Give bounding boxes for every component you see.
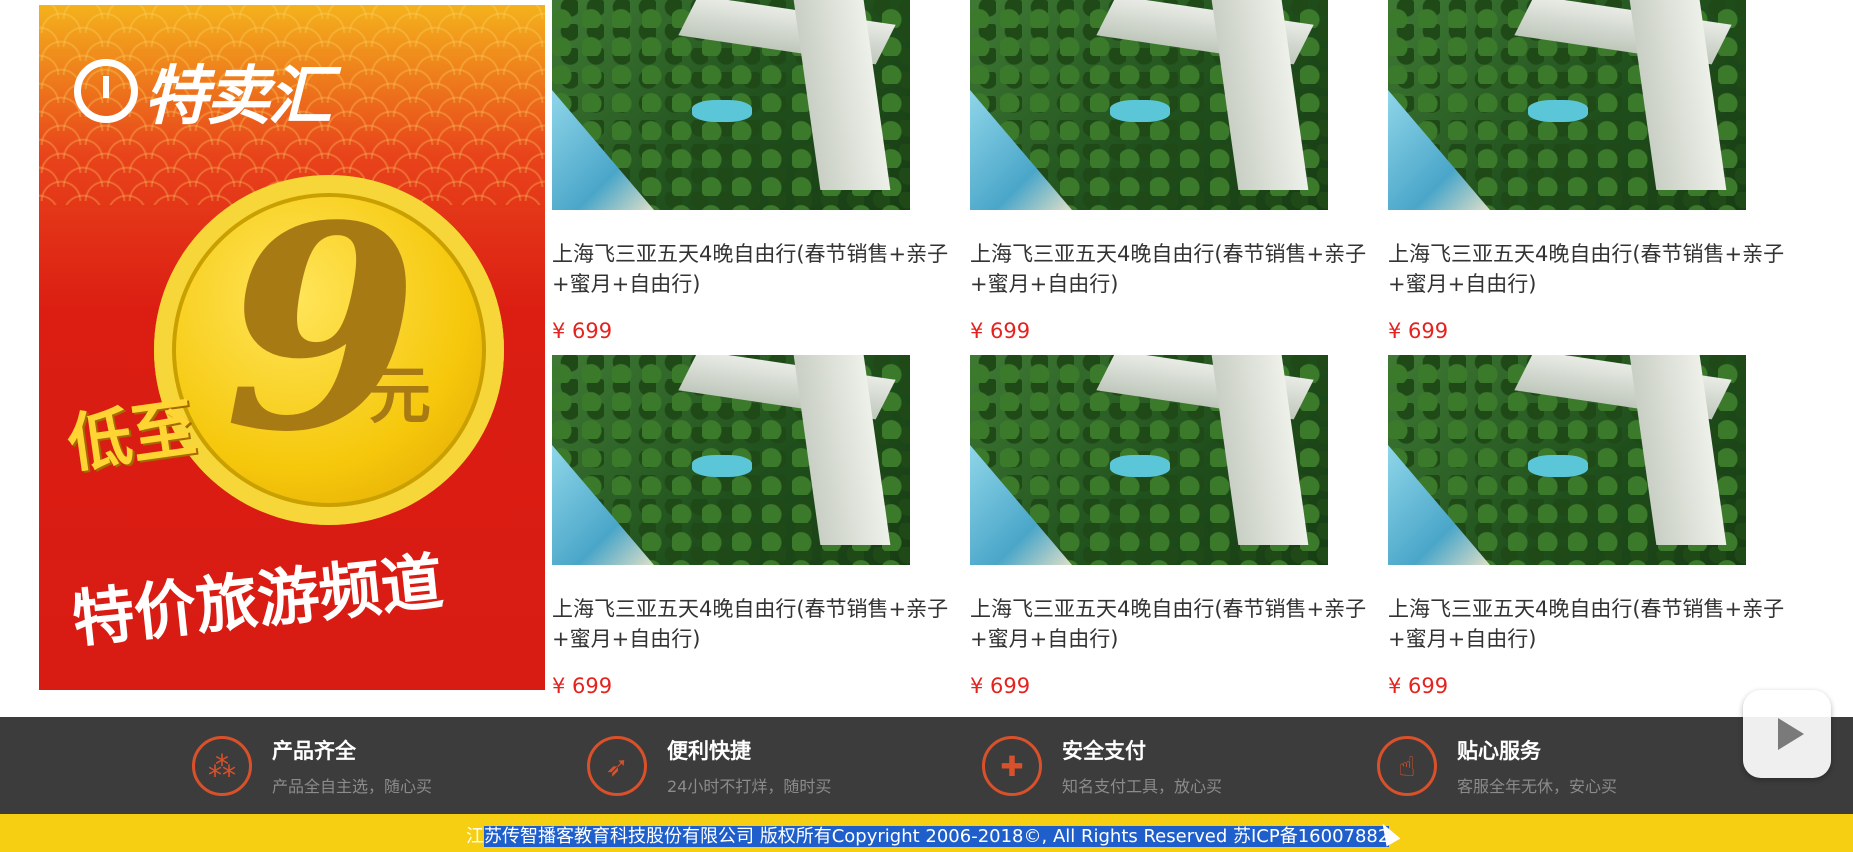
- clock-icon: [74, 59, 138, 123]
- feature-desc: 24小时不打烊，随时买: [667, 777, 832, 796]
- product-price: ¥ 699: [552, 674, 613, 698]
- product-image[interactable]: [970, 0, 1328, 210]
- product-card[interactable]: 上海飞三亚五天4晚自由行(春节销售+亲子+蜜月+自由行) ¥ 699: [1388, 0, 1788, 343]
- copyright-text: 江苏传智播客教育科技股份有限公司 版权所有Copyright 2006-2018…: [466, 822, 1390, 848]
- rocket-icon: ➶: [587, 736, 647, 796]
- feature-title: 产品齐全: [272, 739, 356, 763]
- brand-name: 特卖汇: [144, 60, 332, 134]
- product-title[interactable]: 上海飞三亚五天4晚自由行(春节销售+亲子+蜜月+自由行): [970, 239, 1370, 299]
- product-price: ¥ 699: [970, 674, 1031, 698]
- product-price: ¥ 699: [1388, 319, 1449, 343]
- product-card[interactable]: 上海飞三亚五天4晚自由行(春节销售+亲子+蜜月+自由行) ¥ 699: [1388, 355, 1788, 698]
- play-icon: [1778, 718, 1804, 750]
- product-image[interactable]: [552, 355, 910, 565]
- copyright-prefix: 江: [466, 826, 484, 847]
- product-image[interactable]: [970, 355, 1328, 565]
- copyright-selected: 苏传智播客教育科技股份有限公司 版权所有Copyright 2006-2018©…: [484, 826, 1390, 847]
- product-title[interactable]: 上海飞三亚五天4晚自由行(春节销售+亲子+蜜月+自由行): [1388, 594, 1788, 654]
- feature-title: 贴心服务: [1457, 739, 1541, 763]
- product-price: ¥ 699: [1388, 674, 1449, 698]
- feature-title: 安全支付: [1062, 739, 1146, 763]
- product-image[interactable]: [552, 0, 910, 210]
- promo-banner[interactable]: 特卖汇 9 元 低至 特价旅游频道: [39, 5, 545, 690]
- product-title[interactable]: 上海飞三亚五天4晚自由行(春节销售+亲子+蜜月+自由行): [1388, 239, 1788, 299]
- product-title[interactable]: 上海飞三亚五天4晚自由行(春节销售+亲子+蜜月+自由行): [970, 594, 1370, 654]
- feature-desc: 知名支付工具，放心买: [1062, 777, 1223, 796]
- channel-title: 特价旅游频道: [68, 544, 447, 657]
- product-card[interactable]: 上海飞三亚五天4晚自由行(春节销售+亲子+蜜月+自由行) ¥ 699: [552, 355, 952, 698]
- features-bar: ⁂ 产品齐全 产品全自主选，随心买 ➶ 便利快捷 24小时不打烊，随时买 ✚ 安…: [0, 717, 1853, 814]
- feature-item: ☝ 贴心服务 客服全年无休，安心买: [1377, 731, 1617, 801]
- product-card[interactable]: 上海飞三亚五天4晚自由行(春节销售+亲子+蜜月+自由行) ¥ 699: [970, 355, 1370, 698]
- feature-desc: 产品全自主选，随心买: [272, 777, 433, 796]
- grid-icon: ⁂: [192, 736, 252, 796]
- product-title[interactable]: 上海飞三亚五天4晚自由行(春节销售+亲子+蜜月+自由行): [552, 239, 952, 299]
- coin-graphic: 9 元: [154, 165, 504, 525]
- feature-desc: 客服全年无休，安心买: [1457, 777, 1618, 796]
- product-price: ¥ 699: [970, 319, 1031, 343]
- shield-icon: ✚: [982, 736, 1042, 796]
- feature-item: ⁂ 产品齐全 产品全自主选，随心买: [192, 731, 432, 801]
- thumbs-up-icon: ☝: [1377, 736, 1437, 796]
- product-card[interactable]: 上海飞三亚五天4晚自由行(春节销售+亲子+蜜月+自由行) ¥ 699: [552, 0, 952, 343]
- play-button[interactable]: [1743, 690, 1831, 778]
- feature-title: 便利快捷: [667, 739, 751, 763]
- feature-item: ➶ 便利快捷 24小时不打烊，随时买: [587, 731, 831, 801]
- brand-logo: 特卖汇: [74, 45, 332, 137]
- coin-unit: 元: [369, 359, 432, 432]
- product-title[interactable]: 上海飞三亚五天4晚自由行(春节销售+亲子+蜜月+自由行): [552, 594, 952, 654]
- coin-number: 9: [224, 165, 419, 494]
- low-to-label: 低至: [63, 391, 201, 483]
- product-card[interactable]: 上海飞三亚五天4晚自由行(春节销售+亲子+蜜月+自由行) ¥ 699: [970, 0, 1370, 343]
- product-image[interactable]: [1388, 355, 1746, 565]
- footer: 江苏传智播客教育科技股份有限公司 版权所有Copyright 2006-2018…: [0, 814, 1853, 852]
- product-price: ¥ 699: [552, 319, 613, 343]
- product-image[interactable]: [1388, 0, 1746, 210]
- feature-item: ✚ 安全支付 知名支付工具，放心买: [982, 731, 1222, 801]
